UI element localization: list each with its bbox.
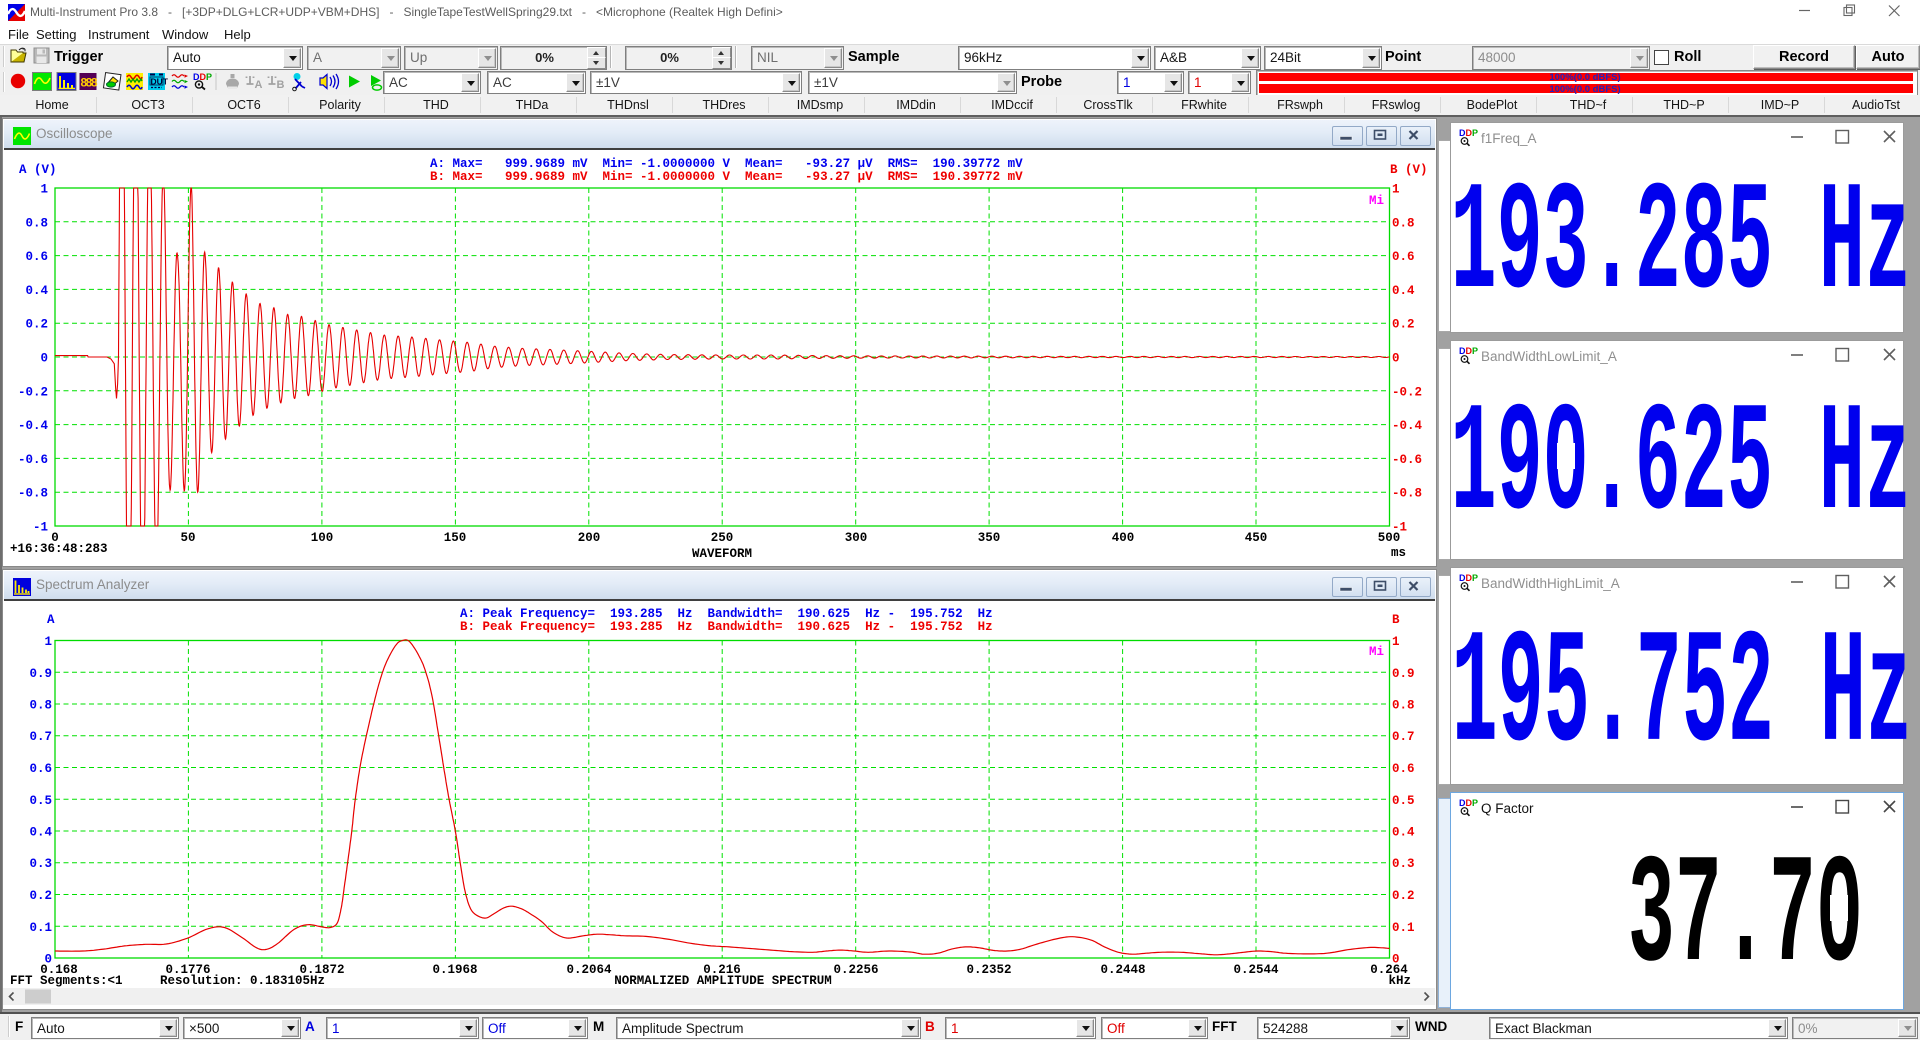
svg-text:0.2: 0.2	[1392, 318, 1415, 332]
svg-text:300: 300	[845, 531, 868, 545]
svg-text:0.1: 0.1	[29, 921, 52, 935]
svg-text:0.1: 0.1	[1392, 921, 1415, 935]
svg-text:B: Peak Frequency= 193.285 H: B: Peak Frequency= 193.285 Hz Bandwidth=…	[460, 620, 993, 634]
svg-text:B: Max= 999.9689 mV Min= -1: B: Max= 999.9689 mV Min= -1.0000000 V Me…	[430, 170, 1023, 184]
svg-text:193.285 Hz: 193.285 Hz	[1451, 157, 1911, 333]
svg-text:kHz: kHz	[1388, 974, 1411, 988]
svg-text:B: B	[1392, 613, 1400, 627]
svg-text:A: Max= 999.9689 mV Min= -1: A: Max= 999.9689 mV Min= -1.0000000 V Me…	[430, 157, 1023, 171]
svg-text:ms: ms	[1391, 546, 1406, 560]
svg-text:100: 100	[311, 531, 334, 545]
svg-text:NORMALIZED AMPLITUDE SPECTRUM: NORMALIZED AMPLITUDE SPECTRUM	[614, 974, 832, 988]
svg-text:-0.6: -0.6	[1392, 453, 1422, 467]
svg-text:0.2448: 0.2448	[1100, 963, 1145, 977]
svg-text:0.6: 0.6	[1392, 250, 1415, 264]
svg-text:A: Peak Frequency= 193.285 H: A: Peak Frequency= 193.285 Hz Bandwidth=…	[460, 607, 993, 621]
svg-text:-0.4: -0.4	[18, 419, 49, 433]
svg-text:WAVEFORM: WAVEFORM	[692, 547, 752, 561]
svg-text:0.8: 0.8	[1392, 699, 1415, 713]
svg-text:1: 1	[40, 183, 48, 197]
svg-text:1: 1	[1392, 183, 1400, 197]
svg-text:0.5: 0.5	[1392, 794, 1415, 808]
svg-text:-0.2: -0.2	[1392, 385, 1422, 399]
svg-text:50: 50	[180, 531, 195, 545]
svg-text:0.2064: 0.2064	[566, 963, 612, 977]
svg-text:DUT: DUT	[151, 77, 169, 87]
svg-text:-1: -1	[33, 521, 48, 535]
svg-text:0.5: 0.5	[29, 794, 52, 808]
svg-text:0.4: 0.4	[1392, 826, 1415, 840]
svg-text:200: 200	[578, 531, 601, 545]
svg-text:-0.4: -0.4	[1392, 419, 1423, 433]
svg-text:1: 1	[1392, 635, 1400, 649]
svg-text:0.2256: 0.2256	[833, 963, 878, 977]
svg-text:Mi: Mi	[1369, 194, 1384, 208]
svg-text:0.2544: 0.2544	[1233, 963, 1279, 977]
svg-text:0.6: 0.6	[1392, 762, 1415, 776]
svg-text:888: 888	[81, 76, 98, 90]
svg-text:0.2352: 0.2352	[966, 963, 1011, 977]
svg-text:FFT Segments:<1 Resolution: FFT Segments:<1 Resolution: 0.183105Hz	[10, 974, 325, 988]
svg-text:400: 400	[1112, 531, 1135, 545]
svg-text:0.4: 0.4	[25, 284, 48, 298]
svg-text:0.2: 0.2	[1392, 889, 1415, 903]
svg-text:0.6: 0.6	[29, 762, 52, 776]
svg-text:0.2: 0.2	[25, 318, 48, 332]
svg-text:-0.6: -0.6	[18, 453, 48, 467]
svg-text:450: 450	[1245, 531, 1268, 545]
svg-text:150: 150	[444, 531, 467, 545]
svg-text:DDP: DDP	[193, 72, 212, 82]
svg-text:B: B	[277, 79, 285, 91]
svg-text:A: A	[47, 613, 55, 627]
svg-text:0.4: 0.4	[1392, 284, 1415, 298]
svg-text:-0.2: -0.2	[18, 385, 48, 399]
svg-text:A: A	[255, 79, 263, 91]
svg-text:37.70: 37.70	[1628, 830, 1863, 1005]
svg-text:0.9: 0.9	[29, 667, 52, 681]
svg-text:1: 1	[44, 635, 52, 649]
svg-text:0.2: 0.2	[29, 889, 52, 903]
svg-text:0.3: 0.3	[1392, 857, 1415, 871]
svg-text:195.752 Hz: 195.752 Hz	[1452, 605, 1912, 789]
svg-text:0.8: 0.8	[25, 216, 48, 230]
svg-text:0.7: 0.7	[29, 730, 52, 744]
svg-text:0: 0	[1392, 352, 1400, 366]
svg-text:Mi: Mi	[1369, 645, 1384, 659]
svg-text:250: 250	[711, 531, 734, 545]
svg-text:0: 0	[40, 352, 48, 366]
svg-text:0.8: 0.8	[29, 699, 52, 713]
svg-text:500: 500	[1378, 531, 1401, 545]
svg-text:0.1968: 0.1968	[432, 963, 477, 977]
svg-text:190.625 Hz: 190.625 Hz	[1451, 378, 1911, 554]
svg-text:0.3: 0.3	[29, 857, 52, 871]
svg-text:-0.8: -0.8	[1392, 487, 1422, 501]
svg-text:+16:36:48:283: +16:36:48:283	[10, 542, 108, 556]
svg-text:0.6: 0.6	[25, 250, 48, 264]
svg-text:-0.8: -0.8	[18, 487, 48, 501]
svg-text:0.7: 0.7	[1392, 730, 1415, 744]
svg-text:A (V): A (V)	[19, 163, 57, 177]
svg-text:0.8: 0.8	[1392, 216, 1415, 230]
svg-text:350: 350	[978, 531, 1001, 545]
svg-text:B (V): B (V)	[1390, 163, 1428, 177]
svg-text:0.9: 0.9	[1392, 667, 1415, 681]
svg-text:0.4: 0.4	[29, 826, 52, 840]
